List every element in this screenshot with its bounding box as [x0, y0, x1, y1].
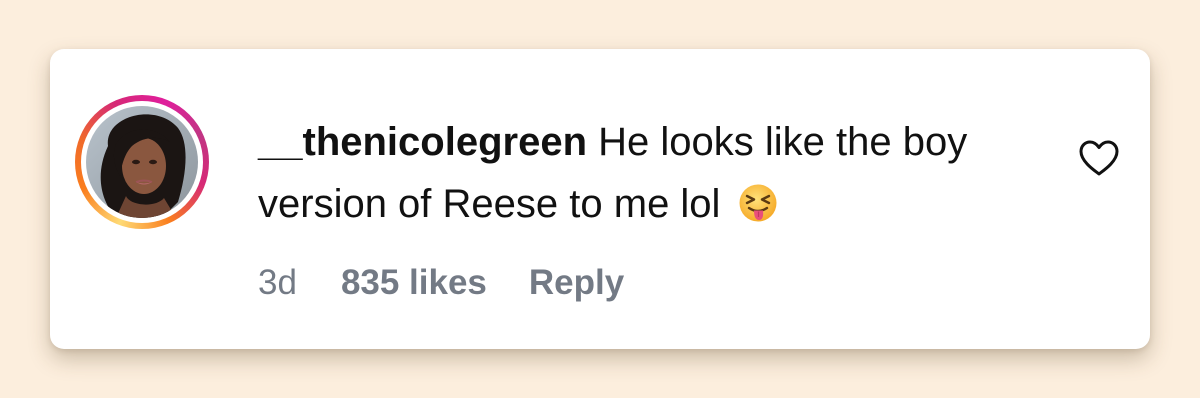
reply-button[interactable]: Reply — [529, 263, 624, 303]
comment-timestamp[interactable]: 3d — [258, 263, 297, 303]
avatar[interactable] — [86, 106, 198, 218]
comment-like-count[interactable]: 835 likes — [341, 263, 487, 303]
comment-username[interactable]: __thenicolegreen — [258, 120, 587, 164]
avatar-story-ring[interactable] — [75, 95, 209, 229]
comment-card: __thenicolegreen He looks like the boy v… — [50, 49, 1150, 349]
squinting-tongue-emoji-icon — [739, 184, 777, 222]
avatar-image — [86, 106, 198, 218]
comment-body: __thenicolegreen He looks like the boy v… — [258, 111, 1058, 235]
avatar-ring-gap — [81, 101, 203, 223]
comment-meta: 3d 835 likes Reply — [258, 263, 624, 303]
heart-outline-icon[interactable] — [1078, 139, 1120, 177]
